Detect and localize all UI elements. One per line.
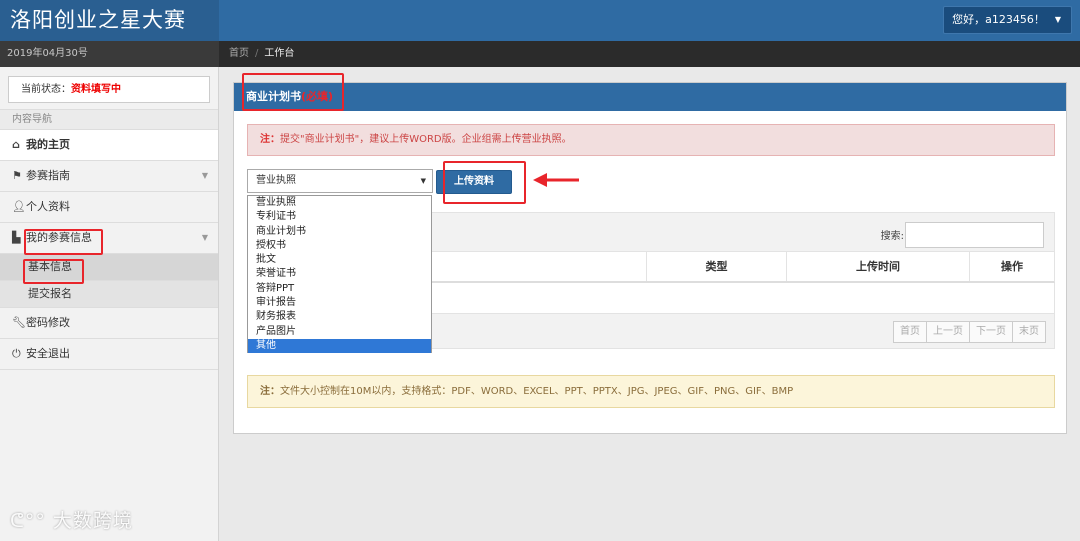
user-menu-button[interactable]: 您好，a123456！ ▼ <box>943 6 1072 34</box>
divider <box>0 369 218 370</box>
dropdown-option[interactable]: 批文 <box>248 253 431 267</box>
notice-prefix: 注： <box>260 134 280 145</box>
sidebar-item-logout[interactable]: ⏻ 安全退出 <box>0 338 218 369</box>
dropdown-option[interactable]: 营业执照 <box>248 196 431 210</box>
wrench-icon: 🔧︎ <box>12 316 26 329</box>
dropdown-option[interactable]: 荣誉证书 <box>248 267 431 281</box>
notice-prefix: 注： <box>260 386 280 397</box>
app-title[interactable]: 洛阳创业之星大赛 <box>0 0 219 41</box>
sidebar-item-home[interactable]: ⌂ 我的主页 <box>0 129 218 160</box>
sidebar: 当前状态：资料填写中 内容导航 ⌂ 我的主页 ⚑ 参赛指南 ▼ 👤︎个人资料 ▙ 我的… <box>0 67 219 541</box>
breadcrumb: 首页 / 工作台 <box>229 41 294 67</box>
status-box: 当前状态：资料填写中 <box>8 76 210 103</box>
panel-header: 商业计划书(必填) <box>234 83 1066 111</box>
status-value: 资料填写中 <box>71 84 121 95</box>
sidebar-item-label: 我的主页 <box>26 138 70 151</box>
pager-first[interactable]: 首页 <box>893 321 927 343</box>
column-header-upload-time[interactable]: 上传时间 <box>786 252 969 281</box>
file-type-select[interactable]: 营业执照 ▼ <box>247 169 433 193</box>
watermark-text: 大数跨境 <box>52 510 133 532</box>
pagination: 首页 上一页 下一页 末页 <box>893 321 1046 343</box>
annotation-box <box>443 161 526 204</box>
arrow-left-icon <box>533 173 579 187</box>
main-panel: 商业计划书(必填) 注：提交"商业计划书"，建议上传WORD版。企业组需上传营业… <box>233 82 1067 434</box>
dropdown-option[interactable]: 授权书 <box>248 239 431 253</box>
annotation-box <box>23 259 84 284</box>
breadcrumb-current: 工作台 <box>264 48 295 59</box>
dropdown-option[interactable]: 答辩PPT <box>248 282 431 296</box>
user-greeting: 您好，a123456！ <box>952 13 1045 26</box>
flag-icon: ⚑ <box>12 169 22 182</box>
file-format-notice: 注：文件大小控制在10M以内，支持格式：PDF、WORD、EXCEL、PPT、P… <box>247 375 1055 408</box>
annotation-box <box>242 73 344 111</box>
notice-text: 提交"商业计划书"，建议上传WORD版。企业组需上传营业执照。 <box>280 134 572 145</box>
notice-alert: 注：提交"商业计划书"，建议上传WORD版。企业组需上传营业执照。 <box>247 124 1055 156</box>
sidebar-item-label: 密码修改 <box>26 316 70 329</box>
sidebar-item-label: 参赛指南 <box>26 169 70 182</box>
file-type-dropdown: 营业执照 专利证书 商业计划书 授权书 批文 荣誉证书 答辩PPT 审计报告 财… <box>247 195 432 354</box>
dropdown-arrow-icon: ▼ <box>420 177 426 185</box>
pager-last[interactable]: 末页 <box>1012 321 1046 343</box>
annotation-box <box>24 229 103 255</box>
pager-prev[interactable]: 上一页 <box>926 321 970 343</box>
top-bar: 洛阳创业之星大赛 您好，a123456！ ▼ <box>0 0 1080 41</box>
user-icon: 👤︎ <box>12 200 26 213</box>
chevron-down-icon: ▼ <box>201 171 208 180</box>
home-icon: ⌂ <box>12 138 20 151</box>
breadcrumb-separator: / <box>255 48 259 59</box>
dropdown-option[interactable]: 专利证书 <box>248 210 431 224</box>
sidebar-item-label: 安全退出 <box>26 347 70 360</box>
dropdown-option-selected[interactable]: 其他 <box>248 338 431 354</box>
caret-down-icon: ▼ <box>1054 15 1061 24</box>
sub-bar: 2019年04月30号 首页 / 工作台 <box>0 41 1080 67</box>
watermark-logo-icon: ᕦ°° <box>10 510 46 532</box>
watermark: ᕦ°° 大数跨境 <box>10 506 133 533</box>
sidebar-item-password[interactable]: 🔧︎密码修改 <box>0 307 218 338</box>
sidebar-item-guide[interactable]: ⚑ 参赛指南 ▼ <box>0 160 218 191</box>
column-header-type[interactable]: 类型 <box>646 252 786 281</box>
search-label: 搜索: <box>880 231 904 242</box>
dropdown-option[interactable]: 产品图片 <box>248 325 431 339</box>
select-value: 营业执照 <box>256 175 296 186</box>
sidebar-item-profile[interactable]: 👤︎个人资料 <box>0 191 218 222</box>
power-icon: ⏻ <box>12 347 21 360</box>
current-date: 2019年04月30号 <box>0 41 219 67</box>
sidebar-item-label: 个人资料 <box>26 200 70 213</box>
pager-next[interactable]: 下一页 <box>969 321 1013 343</box>
chevron-down-icon: ▼ <box>201 233 208 242</box>
dropdown-option[interactable]: 审计报告 <box>248 296 431 310</box>
dropdown-option[interactable]: 商业计划书 <box>248 225 431 239</box>
search-input[interactable] <box>905 222 1044 248</box>
breadcrumb-home[interactable]: 首页 <box>229 48 249 59</box>
status-label: 当前状态： <box>21 84 71 95</box>
nav-heading: 内容导航 <box>0 109 218 129</box>
column-header-actions: 操作 <box>969 252 1054 281</box>
notice-text: 文件大小控制在10M以内，支持格式：PDF、WORD、EXCEL、PPT、PPT… <box>280 386 794 397</box>
sidebar-subitem-submit[interactable]: 提交报名 <box>0 280 218 307</box>
dropdown-option[interactable]: 财务报表 <box>248 310 431 324</box>
